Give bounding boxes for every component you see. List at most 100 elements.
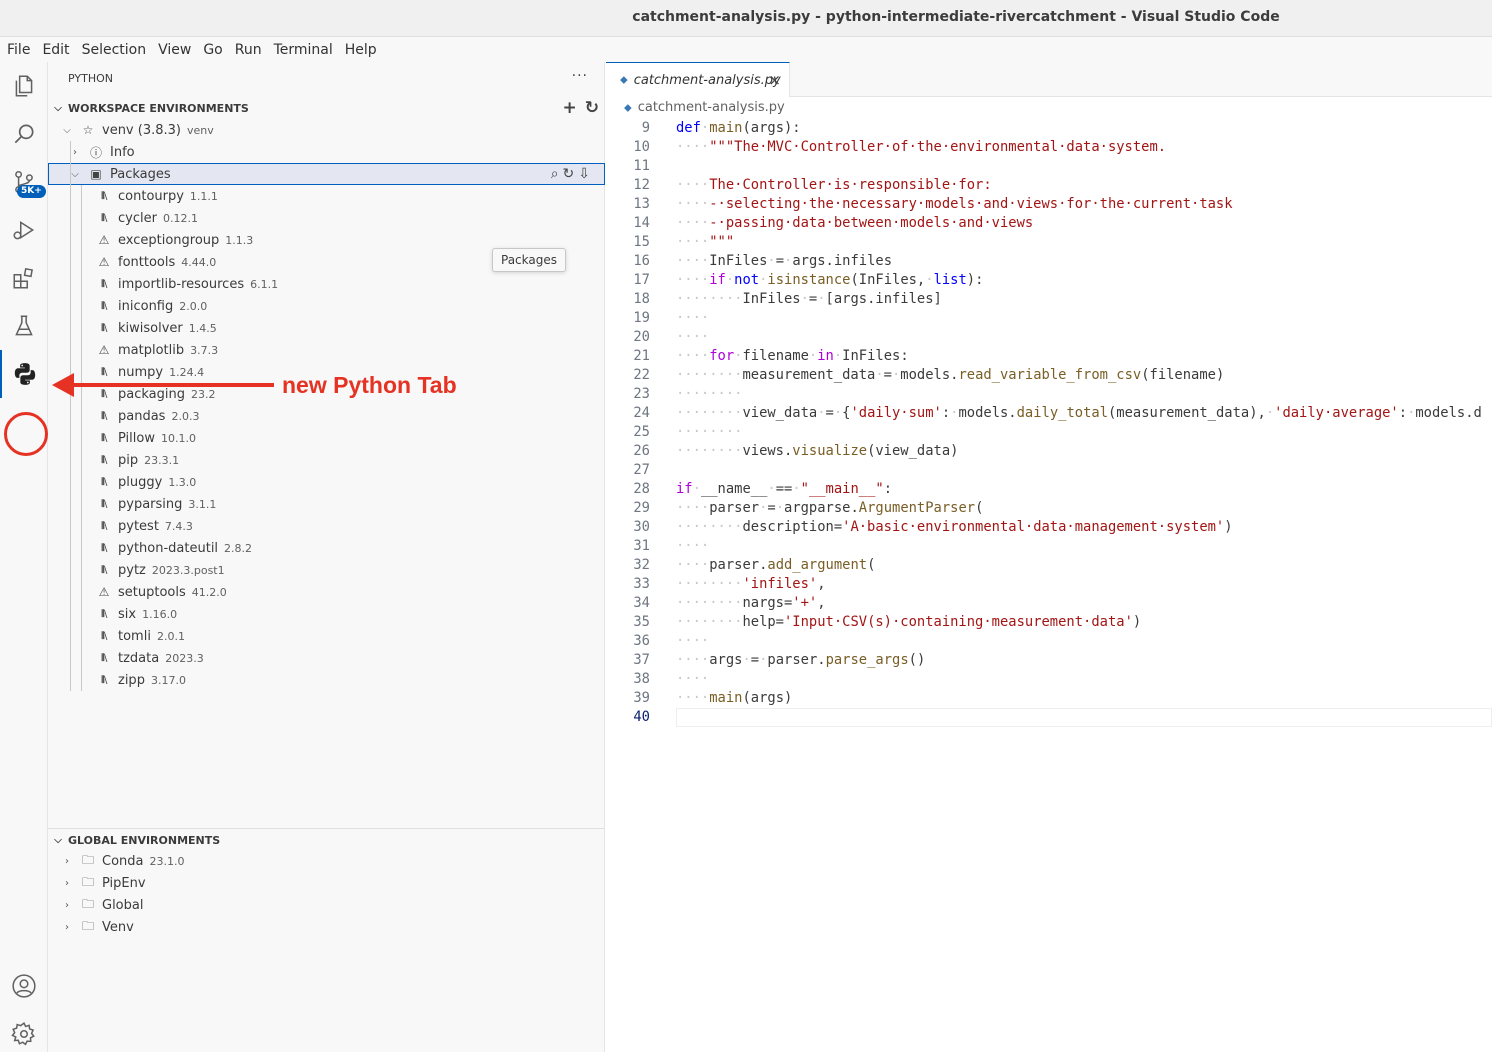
package-name: pluggy [118,474,163,490]
global-env-item[interactable]: › 🗀 Global [48,894,605,916]
menu-file[interactable]: File [6,42,31,58]
package-item[interactable]: 𝄃𝄃\ pytest 7.4.3 [48,515,605,537]
more-actions-icon[interactable]: ··· [572,68,588,84]
menu-view[interactable]: View [157,42,192,58]
line-source: ···· [676,537,709,556]
global-environments-label: GLOBAL ENVIRONMENTS [68,833,221,847]
package-item[interactable]: 𝄃𝄃\ zipp 3.17.0 [48,669,605,691]
code-line: 19 ···· [606,309,1492,328]
menu-run[interactable]: Run [234,42,263,58]
code-line: 21 ····for·filename·in·InFiles: [606,347,1492,366]
library-icon: 𝄃𝄃\ [101,278,108,290]
search-icon[interactable] [0,110,48,158]
package-version: 2023.3 [165,651,204,665]
code-line: 29 ····parser·=·argparse.ArgumentParser( [606,499,1492,518]
menu-help[interactable]: Help [344,42,378,58]
package-item[interactable]: 𝄃𝄃\ pluggy 1.3.0 [48,471,605,493]
account-icon[interactable] [0,962,48,1010]
menu-edit[interactable]: Edit [41,42,70,58]
code-token: , [817,595,826,611]
line-source: ····InFiles·=·args.infiles [676,252,892,271]
close-icon[interactable]: × [768,71,781,89]
code-area[interactable]: 9 def·main(args): 10 ····"""The·MVC·Control… [606,119,1492,727]
cloud-download-icon[interactable]: ⇩ [578,166,590,182]
global-env-name: Venv [102,919,134,935]
package-item[interactable]: 𝄃𝄃\ importlib-resources 6.1.1 [48,273,605,295]
code-line: 31 ···· [606,537,1492,556]
code-token: ···· [676,196,710,212]
code-token: not [734,272,760,288]
package-item[interactable]: 𝄃𝄃\ pytz 2023.3.post1 [48,559,605,581]
line-number: 20 [633,329,650,345]
code-token: · [725,272,735,288]
packages-label: Packages [110,166,171,182]
package-item[interactable]: 𝄃𝄃\ six 1.16.0 [48,603,605,625]
library-icon: 𝄃𝄃\ [101,190,108,202]
code-token: ArgumentParser [858,500,976,516]
info-item[interactable]: › ⓘ Info [48,141,605,163]
testing-icon[interactable] [0,302,48,350]
breadcrumb[interactable]: ⬥ catchment-analysis.py [624,100,785,115]
line-number: 34 [633,595,650,611]
chevron-down-icon: ⌵ [54,102,62,114]
package-version: 2.0.0 [179,299,208,313]
package-item[interactable]: 𝄃𝄃\ tzdata 2023.3 [48,647,605,669]
package-item[interactable]: 𝄃𝄃\ pip 23.3.1 [48,449,605,471]
global-environments-header[interactable]: ⌵ GLOBAL ENVIRONMENTS [48,829,605,851]
menu-selection[interactable]: Selection [81,42,148,58]
package-item[interactable]: 𝄃𝄃\ iniconfig 2.0.0 [48,295,605,317]
search-packages-icon[interactable]: ⌕ [551,166,559,182]
code-token: , [817,576,826,592]
code-token: = [767,500,776,516]
explorer-icon[interactable] [0,62,48,110]
code-line: 26 ········views.visualize(view_data) [606,442,1492,461]
code-token: argparse. [784,500,859,516]
code-token: InFiles: [842,348,909,364]
code-line: 38 ···· [606,670,1492,689]
global-env-item[interactable]: › 🗀 Conda 23.1.0 [48,850,605,872]
add-icon[interactable]: + [563,98,577,118]
global-env-name: Global [102,897,144,913]
code-line: 40 [606,708,1492,727]
package-item[interactable]: ⚠ matplotlib 3.7.3 [48,339,605,361]
workspace-environments-header[interactable]: ⌵ WORKSPACE ENVIRONMENTS + ↻ [48,97,605,119]
code-token: · [800,291,809,307]
code-line: 22 ········measurement_data·=·models.read… [606,366,1492,385]
package-item[interactable]: 𝄃𝄃\ tomli 2.0.1 [48,625,605,647]
source-control-icon[interactable] [0,158,48,206]
run-debug-icon[interactable] [0,206,48,254]
packages-item[interactable]: ⌵ ▣ Packages ⌕ ↻ ⇩ [48,163,605,185]
code-token: ········ [676,595,743,611]
refresh-packages-icon[interactable]: ↻ [563,166,575,182]
global-env-item[interactable]: › 🗀 Venv [48,916,605,938]
extensions-icon[interactable] [0,254,48,302]
package-item[interactable]: 𝄃𝄃\ cycler 0.12.1 [48,207,605,229]
venv-name: venv (3.8.3) [102,122,181,138]
package-item[interactable]: 𝄃𝄃\ python-dateutil 2.8.2 [48,537,605,559]
package-item[interactable]: 𝄃𝄃\ contourpy 1.1.1 [48,185,605,207]
package-item[interactable]: 𝄃𝄃\ Pillow 10.1.0 [48,427,605,449]
line-source: ···· [676,309,709,328]
line-source: ········measurement_data·=·models.read_v… [676,366,1224,385]
global-env-item[interactable]: › 🗀 PipEnv [48,872,605,894]
editor-tab[interactable]: ⬥ catchment-analysis.py × [606,62,790,97]
code-token: 'Input·CSV(s)·containing·measurement·dat… [784,614,1133,630]
package-item[interactable]: 𝄃𝄃\ pandas 2.0.3 [48,405,605,427]
menu-go[interactable]: Go [202,42,223,58]
refresh-icon[interactable]: ↻ [585,98,599,118]
package-item[interactable]: ⚠ setuptools 41.2.0 [48,581,605,603]
code-token: ···· [676,329,710,345]
code-token: 'A·basic·environmental·data·management·s… [842,519,1225,535]
venv-item[interactable]: ⌵ ☆ venv (3.8.3) venv [48,119,605,141]
code-token: models. [900,367,959,383]
code-token: 'daily·sum' [850,405,942,421]
line-source: ····if·not·isinstance(InFiles,·list): [676,271,983,290]
python-icon[interactable] [0,350,48,398]
package-item[interactable]: 𝄃𝄃\ pyparsing 3.1.1 [48,493,605,515]
code-token: InFiles [742,291,801,307]
package-version: 0.12.1 [162,211,198,225]
settings-gear-icon[interactable] [0,1010,48,1058]
code-line: 25 ········ [606,423,1492,442]
menu-terminal[interactable]: Terminal [273,42,334,58]
package-item[interactable]: 𝄃𝄃\ kiwisolver 1.4.5 [48,317,605,339]
